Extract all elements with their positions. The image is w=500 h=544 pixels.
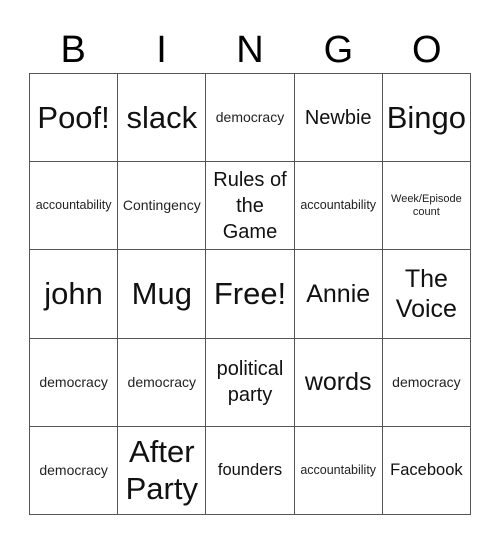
bingo-card-grid: Poof! slack democracy Newbie Bingo accountabi… xyxy=(29,73,471,515)
bingo-cell[interactable]: The Voice xyxy=(382,250,471,339)
bingo-cell-text: accountability xyxy=(35,198,112,213)
bingo-cell-text: Bingo xyxy=(386,100,467,136)
bingo-cell-text: Poof! xyxy=(37,100,110,136)
bingo-cell-text: Facebook xyxy=(390,461,463,480)
bingo-cell[interactable]: Week/Episode count xyxy=(382,162,471,251)
bingo-cell[interactable]: democracy xyxy=(118,338,207,427)
bingo-cell-text: Free! xyxy=(213,276,287,312)
header-letter-g: G xyxy=(323,29,354,71)
header-letter-o: O xyxy=(411,29,442,71)
bingo-cell-text: After Party xyxy=(125,434,198,507)
bingo-cell-text: The Voice xyxy=(395,264,457,323)
bingo-cell[interactable]: john xyxy=(30,250,119,339)
bingo-cell[interactable]: democracy xyxy=(30,426,119,515)
bingo-cell[interactable]: Newbie xyxy=(294,74,383,163)
bingo-cell-text: accountability xyxy=(300,198,377,213)
bingo-cell[interactable]: democracy xyxy=(382,338,471,427)
header-letter-b: B xyxy=(60,29,86,71)
bingo-cell-text: political party xyxy=(216,358,284,407)
bingo-cell[interactable]: Annie xyxy=(294,250,383,339)
bingo-header: B I N G O xyxy=(29,28,471,72)
bingo-cell[interactable]: After Party xyxy=(118,426,207,515)
bingo-cell-text: slack xyxy=(126,100,198,136)
bingo-cell-text: democracy xyxy=(127,373,197,390)
bingo-cell[interactable]: founders xyxy=(206,426,295,515)
bingo-cell-text: Mug xyxy=(131,276,192,312)
bingo-cell[interactable]: Poof! xyxy=(30,74,119,163)
bingo-cell[interactable]: political party xyxy=(206,338,295,427)
bingo-cell[interactable]: democracy xyxy=(30,338,119,427)
bingo-cell[interactable]: democracy xyxy=(206,74,295,163)
bingo-cell-text: words xyxy=(304,368,372,397)
bingo-cell[interactable]: Rules of the Game xyxy=(206,162,295,251)
bingo-cell[interactable]: accountability xyxy=(294,426,383,515)
bingo-cell-text: founders xyxy=(217,461,283,480)
bingo-cell-text: Contingency xyxy=(122,197,201,214)
header-letter-n: N xyxy=(236,29,264,71)
bingo-cell-text: democracy xyxy=(392,373,461,390)
bingo-cell[interactable]: accountability xyxy=(30,162,119,251)
bingo-cell-text: Annie xyxy=(306,279,371,308)
bingo-cell-text: democracy xyxy=(39,461,108,478)
bingo-cell[interactable]: Contingency xyxy=(118,162,207,251)
bingo-cell[interactable]: slack xyxy=(118,74,207,163)
bingo-cell-text: accountability xyxy=(300,462,377,477)
bingo-cell-text: Rules of the Game xyxy=(213,168,287,243)
bingo-cell-text: john xyxy=(44,276,103,312)
bingo-cell-free[interactable]: Free! xyxy=(206,250,295,339)
bingo-cell-text: democracy xyxy=(39,373,108,390)
bingo-cell-text: Week/Episode count xyxy=(391,192,462,218)
bingo-cell-text: Newbie xyxy=(304,106,372,129)
bingo-cell[interactable]: Bingo xyxy=(382,74,471,163)
header-letter-i: I xyxy=(156,29,167,71)
bingo-cell[interactable]: words xyxy=(294,338,383,427)
bingo-cell[interactable]: Facebook xyxy=(382,426,471,515)
bingo-cell[interactable]: Mug xyxy=(118,250,207,339)
bingo-cell-text: democracy xyxy=(215,109,285,126)
bingo-cell[interactable]: accountability xyxy=(294,162,383,251)
